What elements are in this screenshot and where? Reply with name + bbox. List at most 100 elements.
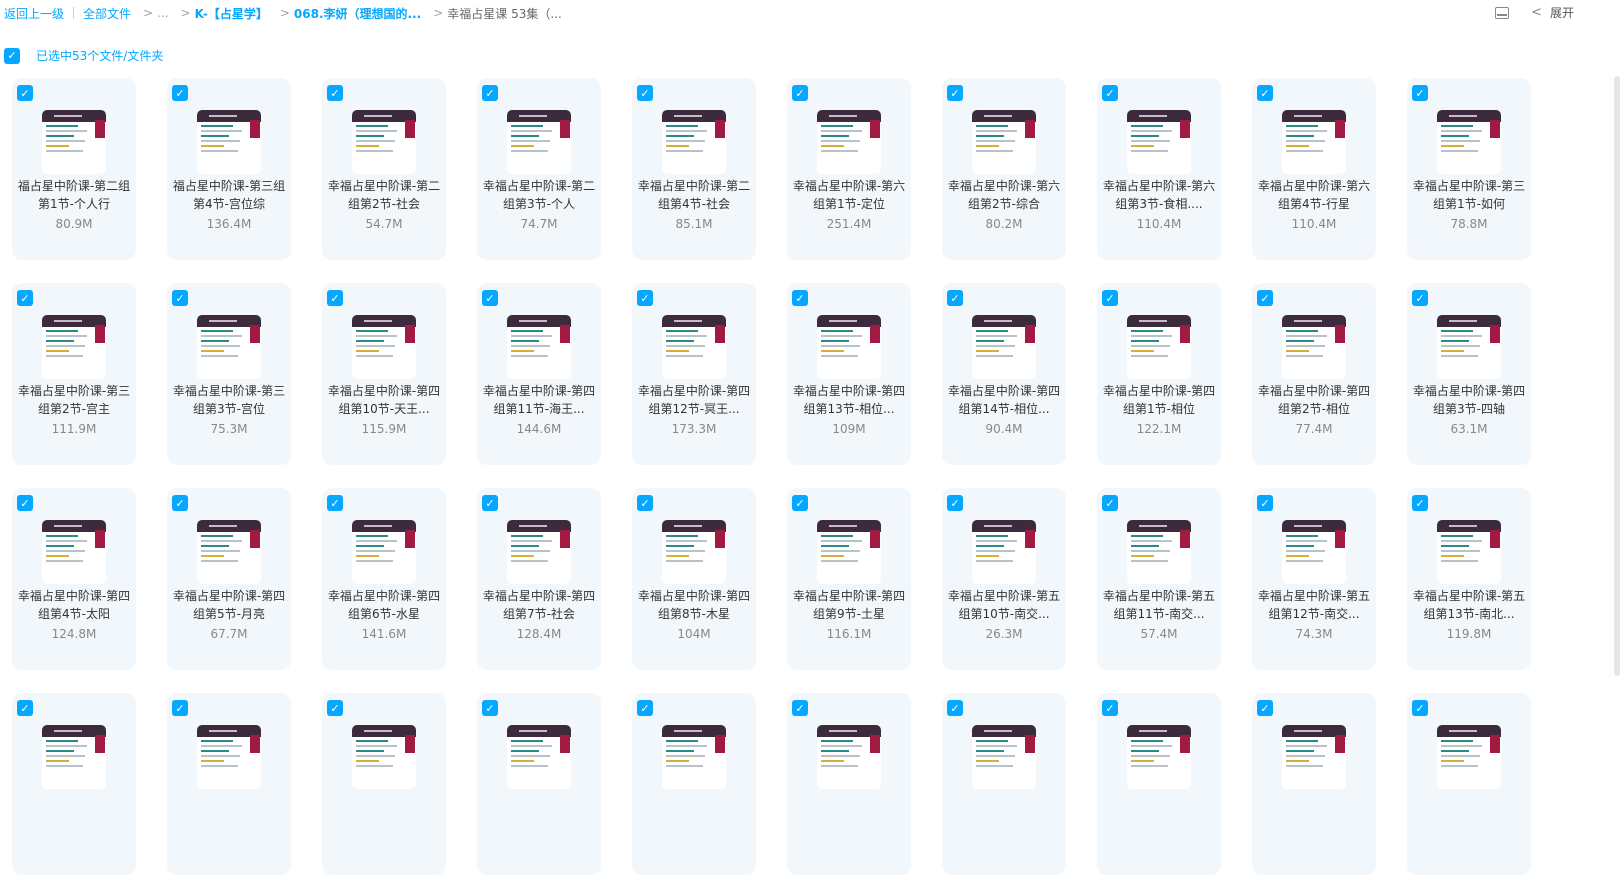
file-card[interactable]: ✓ 幸福占星中阶课-第四组第11节-海王... 144.6M — [477, 283, 601, 465]
file-card[interactable]: ✓ 幸福占星中阶课-第五组第12节-南交... 74.3M — [1252, 488, 1376, 670]
checkmark-icon[interactable]: ✓ — [947, 290, 963, 306]
checkmark-icon[interactable]: ✓ — [172, 495, 188, 511]
checkmark-icon[interactable]: ✓ — [792, 700, 808, 716]
file-card[interactable]: ✓ 幸福占星中阶课-第六组第4节-行星 110.4M — [1252, 78, 1376, 260]
file-card[interactable]: ✓ 幸福占星中阶课-第六组第3节-食相.... 110.4M — [1097, 78, 1221, 260]
checkmark-icon[interactable]: ✓ — [482, 495, 498, 511]
checkmark-icon[interactable]: ✓ — [1257, 290, 1273, 306]
checkmark-icon[interactable]: ✓ — [1102, 495, 1118, 511]
checkmark-icon[interactable]: ✓ — [172, 700, 188, 716]
thumbnail-accent — [1490, 120, 1500, 138]
checkmark-icon[interactable]: ✓ — [947, 700, 963, 716]
file-size: 251.4M — [826, 217, 872, 231]
file-card[interactable]: ✓ 幸福占星中阶课-第四组第2节-相位 77.4M — [1252, 283, 1376, 465]
file-card[interactable]: ✓ 幸福占星中阶课-第四组第10节-天王... 115.9M — [322, 283, 446, 465]
checkmark-icon[interactable]: ✓ — [1257, 495, 1273, 511]
file-card[interactable]: ✓ — [12, 693, 136, 875]
file-card[interactable]: ✓ 幸福占星中阶课-第四组第9节-土星 116.1M — [787, 488, 911, 670]
checkmark-icon[interactable]: ✓ — [1412, 290, 1428, 306]
checkmark-icon[interactable]: ✓ — [172, 85, 188, 101]
file-card[interactable]: ✓ — [1252, 693, 1376, 875]
file-card[interactable]: ✓ 幸福占星中阶课-第四组第7节-社会 128.4M — [477, 488, 601, 670]
checkmark-icon[interactable]: ✓ — [327, 85, 343, 101]
checkmark-icon[interactable]: ✓ — [482, 700, 498, 716]
breadcrumb-level1[interactable]: K-【占星学】 — [195, 5, 268, 22]
scrollbar[interactable] — [1614, 76, 1620, 676]
checkmark-icon[interactable]: ✓ — [637, 700, 653, 716]
file-card[interactable]: ✓ 幸福占星中阶课-第四组第3节-四轴 63.1M — [1407, 283, 1531, 465]
thumbnail-accent — [560, 325, 570, 343]
checkmark-icon[interactable]: ✓ — [172, 290, 188, 306]
checkmark-icon[interactable]: ✓ — [1412, 85, 1428, 101]
file-card[interactable]: ✓ 幸福占星中阶课-第六组第2节-综合 80.2M — [942, 78, 1066, 260]
checkmark-icon[interactable]: ✓ — [792, 290, 808, 306]
file-card[interactable]: ✓ 幸福占星中阶课-第二组第3节-个人 74.7M — [477, 78, 601, 260]
file-card[interactable]: ✓ 幸福占星中阶课-第四组第12节-冥王... 173.3M — [632, 283, 756, 465]
file-card[interactable]: ✓ 幸福占星中阶课-第六组第1节-定位 251.4M — [787, 78, 911, 260]
file-card[interactable]: ✓ — [322, 693, 446, 875]
file-card[interactable]: ✓ 幸福占星中阶课-第五组第13节-南北... 119.8M — [1407, 488, 1531, 670]
checkmark-icon[interactable]: ✓ — [17, 85, 33, 101]
file-card[interactable]: ✓ 幸福占星中阶课-第四组第4节-太阳 124.8M — [12, 488, 136, 670]
file-card[interactable]: ✓ 福占星中阶课-第三组第4节-宫位综 136.4M — [167, 78, 291, 260]
file-card[interactable]: ✓ 幸福占星中阶课-第四组第1节-相位 122.1M — [1097, 283, 1221, 465]
checkmark-icon[interactable]: ✓ — [637, 85, 653, 101]
file-card[interactable]: ✓ 幸福占星中阶课-第三组第2节-宫主 111.9M — [12, 283, 136, 465]
breadcrumb-all-files[interactable]: 全部文件 — [83, 5, 131, 22]
checkmark-icon[interactable]: ✓ — [1412, 495, 1428, 511]
file-card[interactable]: ✓ 福占星中阶课-第二组第1节-个人行 80.9M — [12, 78, 136, 260]
file-card[interactable]: ✓ — [1407, 693, 1531, 875]
file-card[interactable]: ✓ 幸福占星中阶课-第五组第11节-南交... 57.4M — [1097, 488, 1221, 670]
expand-button[interactable]: 展开 — [1550, 4, 1574, 21]
checkmark-icon[interactable]: ✓ — [637, 290, 653, 306]
file-card[interactable]: ✓ 幸福占星中阶课-第五组第10节-南交... 26.3M — [942, 488, 1066, 670]
checkmark-icon[interactable]: ✓ — [1257, 700, 1273, 716]
checkmark-icon[interactable]: ✓ — [17, 700, 33, 716]
checkmark-icon[interactable]: ✓ — [17, 495, 33, 511]
file-card[interactable]: ✓ — [1097, 693, 1221, 875]
thumbnail-accent — [870, 530, 880, 548]
file-card[interactable]: ✓ 幸福占星中阶课-第四组第14节-相位... 90.4M — [942, 283, 1066, 465]
checkmark-icon[interactable]: ✓ — [1257, 85, 1273, 101]
file-card[interactable]: ✓ 幸福占星中阶课-第四组第13节-相位... 109M — [787, 283, 911, 465]
file-name: 幸福占星中阶课-第四组第1节-相位 — [1102, 384, 1216, 416]
file-card[interactable]: ✓ — [477, 693, 601, 875]
thumbnail-text — [1441, 125, 1487, 155]
selection-count: 已选中53个文件/文件夹 — [36, 49, 164, 63]
file-card[interactable]: ✓ 幸福占星中阶课-第三组第1节-如何 78.8M — [1407, 78, 1531, 260]
checkmark-icon[interactable]: ✓ — [1102, 700, 1118, 716]
thumbnail-text — [821, 535, 867, 565]
checkmark-icon[interactable]: ✓ — [947, 85, 963, 101]
file-card[interactable]: ✓ 幸福占星中阶课-第二组第2节-社会 54.7M — [322, 78, 446, 260]
checkmark-icon[interactable]: ✓ — [327, 700, 343, 716]
file-card[interactable]: ✓ — [632, 693, 756, 875]
checkmark-icon[interactable]: ✓ — [1102, 290, 1118, 306]
file-card[interactable]: ✓ — [167, 693, 291, 875]
breadcrumb-level2[interactable]: 068.李妍（理想国的... — [294, 5, 421, 22]
file-card[interactable]: ✓ 幸福占星中阶课-第四组第8节-木星 104M — [632, 488, 756, 670]
file-card[interactable]: ✓ 幸福占星中阶课-第三组第3节-宫位 75.3M — [167, 283, 291, 465]
checkmark-icon[interactable]: ✓ — [17, 290, 33, 306]
checkmark-icon[interactable]: ✓ — [792, 495, 808, 511]
file-card[interactable]: ✓ 幸福占星中阶课-第二组第4节-社会 85.1M — [632, 78, 756, 260]
checkmark-icon[interactable]: ✓ — [792, 85, 808, 101]
checkmark-icon[interactable]: ✓ — [637, 495, 653, 511]
thumbnail-text — [1131, 535, 1177, 565]
back-link[interactable]: 返回上一级 — [4, 5, 64, 22]
checkmark-icon[interactable]: ✓ — [1412, 700, 1428, 716]
file-card[interactable]: ✓ 幸福占星中阶课-第四组第6节-水星 141.6M — [322, 488, 446, 670]
checkmark-icon[interactable]: ✓ — [1102, 85, 1118, 101]
checkmark-icon[interactable]: ✓ — [327, 495, 343, 511]
panel-icon[interactable] — [1495, 6, 1510, 19]
checkmark-icon[interactable]: ✓ — [482, 85, 498, 101]
file-card[interactable]: ✓ 幸福占星中阶课-第四组第5节-月亮 67.7M — [167, 488, 291, 670]
select-all-checkbox[interactable]: ✓ — [4, 47, 20, 64]
file-name: 幸福占星中阶课-第四组第3节-四轴 — [1412, 384, 1526, 416]
chevron-left-icon[interactable]: < — [1531, 5, 1542, 20]
file-card[interactable]: ✓ — [942, 693, 1066, 875]
file-card[interactable]: ✓ — [787, 693, 911, 875]
checkmark-icon[interactable]: ✓ — [327, 290, 343, 306]
checkmark-icon[interactable]: ✓ — [947, 495, 963, 511]
breadcrumb-ellipsis[interactable]: ... — [157, 6, 168, 20]
checkmark-icon[interactable]: ✓ — [482, 290, 498, 306]
